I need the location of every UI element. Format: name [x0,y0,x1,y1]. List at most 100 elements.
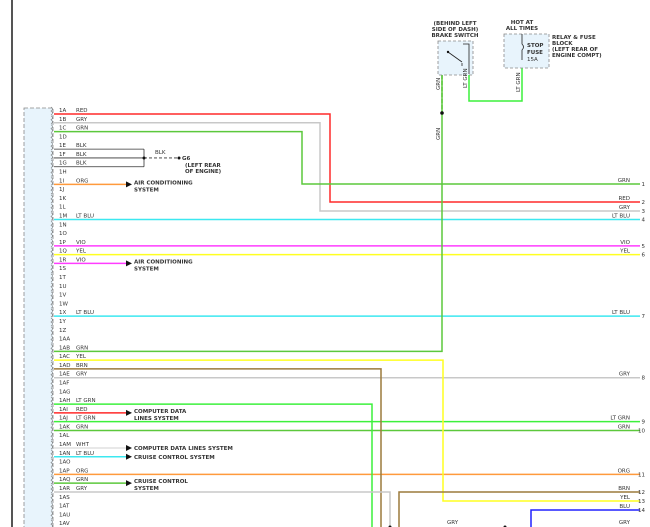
connector-body [23,107,54,527]
pin-label: 1AR [59,486,70,492]
pin-label: 1AT [59,504,70,510]
arrow-icon [126,453,132,460]
wiring-diagram: 1A RED 1B GRY 1C GRN 1D 1E BLK 1F BLK 1G BLK 1H 1I ORG 1… [0,0,650,527]
pin-label: 1G [59,161,67,167]
output-number: 6 [642,253,646,259]
arrow-icon [126,260,132,267]
pin-label: 1AL [59,433,70,439]
pin-wire-color: LT BLU [76,213,94,219]
pin-label: 1AV [59,521,70,527]
destination-label: COMPUTER DATA LINES SYSTEM [134,446,233,452]
pin-label: 1AE [59,372,70,378]
output-number: 13 [638,499,645,505]
pin-wire-color: YEL [75,354,87,360]
output-wire-label: RED [618,196,630,202]
output-number: 7 [642,314,646,320]
pin-wire-color: GRY [76,117,88,123]
pin-label: 1D [59,134,67,140]
pin-label: 1Z [59,328,66,334]
pin-label: 1Q [59,249,67,255]
pin-label: 1AA [59,337,70,343]
output-wire-label: VIO [620,240,630,246]
destination-label: COMPUTER DATA [134,409,187,415]
pin-label: 1AH [59,398,70,404]
pin-label: 1L [59,205,66,211]
output-number: 9 [642,420,646,426]
pin-wire-color: GRN [76,424,88,430]
pin-label: 1B [59,117,66,123]
pin-label: 1AB [59,345,70,351]
pin-label: 1AU [59,512,70,518]
pin-label: 1V [59,293,66,299]
wire-label: GRY [447,520,459,526]
destination-label: CRUISE CONTROL [134,479,188,485]
pin-label: 1AJ [59,416,68,422]
output-number: 3 [642,209,646,215]
output-wire-label: GRN [618,178,630,184]
pin-label: 1X [59,310,66,316]
splice-dot [142,156,146,160]
wire-label: GRY [619,520,631,526]
destination-label: CRUISE CONTROL SYSTEM [134,455,215,461]
pin-label: 1AD [59,363,71,369]
pin-label: 1H [59,170,67,176]
pin-wire-color: VIO [76,257,86,263]
output-wire-label: ORG [618,468,630,474]
pin-label: 1N [59,222,67,228]
pin-label: 1AI [59,407,68,413]
pin-wire-color: VIO [76,240,86,246]
splice-dot [440,111,444,115]
pin-label: 1AP [59,468,70,474]
pin-wire-color: WHT [76,442,90,448]
wire-ltgrn-fuse [468,68,523,102]
pin-label: 1AG [59,389,70,395]
brake-switch-name: BRAKE SWITCH [431,33,478,39]
output-number: 8 [642,376,646,382]
output-number: 2 [642,200,646,206]
pin-wire-color: GRN [76,345,88,351]
fuse-block-label: ENGINE COMPT) [552,53,602,59]
output-wire-label: YEL [619,249,631,255]
pin-label: 1S [59,266,66,272]
output-wire-label: BLU [619,504,630,510]
wire-label: GRN [436,78,442,90]
pin-label: 1T [59,275,66,281]
output-wire-label: GRN [618,424,630,430]
pin-label: 1AK [59,424,70,430]
wire-label: LT GRN [463,68,469,88]
destination-label: AIR CONDITIONING [134,259,193,265]
pin-wire-color: LT GRN [76,398,96,404]
output-number: 10 [638,428,645,434]
pin-wire-color: ORG [76,468,88,474]
output-number: 1 [642,182,646,188]
pin-label: 1AQ [59,477,71,483]
destination-label: AIR CONDITIONING [134,180,193,186]
output-wire-label: BRN [618,486,630,492]
destination-label: SYSTEM [134,486,159,492]
pin-wire-color: RED [76,108,88,114]
output-wire-label: LT BLU [612,213,630,219]
output-wire-label: GRY [619,372,631,378]
pin-label: 1AC [59,354,70,360]
wire-grn-brake [54,75,443,353]
output-wire-label: LT GRN [610,416,630,422]
destination-label: SYSTEM [134,266,159,272]
destination-label: SYSTEM [134,187,159,193]
arrow-icon [126,409,132,416]
pin-label: 1A [59,108,66,114]
wire-label: LT GRN [516,72,522,92]
pin-label: 1U [59,284,67,290]
pin-label: 1M [59,213,67,219]
wire-gry-down [54,491,391,527]
pin-label: 1AN [59,451,70,457]
pin-wire-color: LT GRN [76,416,96,422]
pin-wire-color: LT BLU [76,451,94,457]
output-wire-label: GRY [619,205,631,211]
pin-wire-color: YEL [75,249,87,255]
pin-label: 1AF [59,380,69,386]
output-number: 11 [638,472,645,478]
pin-label: 1R [59,257,66,263]
output-wire-label: LT BLU [612,310,630,316]
arrow-icon [126,445,132,452]
fuse-name: FUSE [527,50,543,56]
